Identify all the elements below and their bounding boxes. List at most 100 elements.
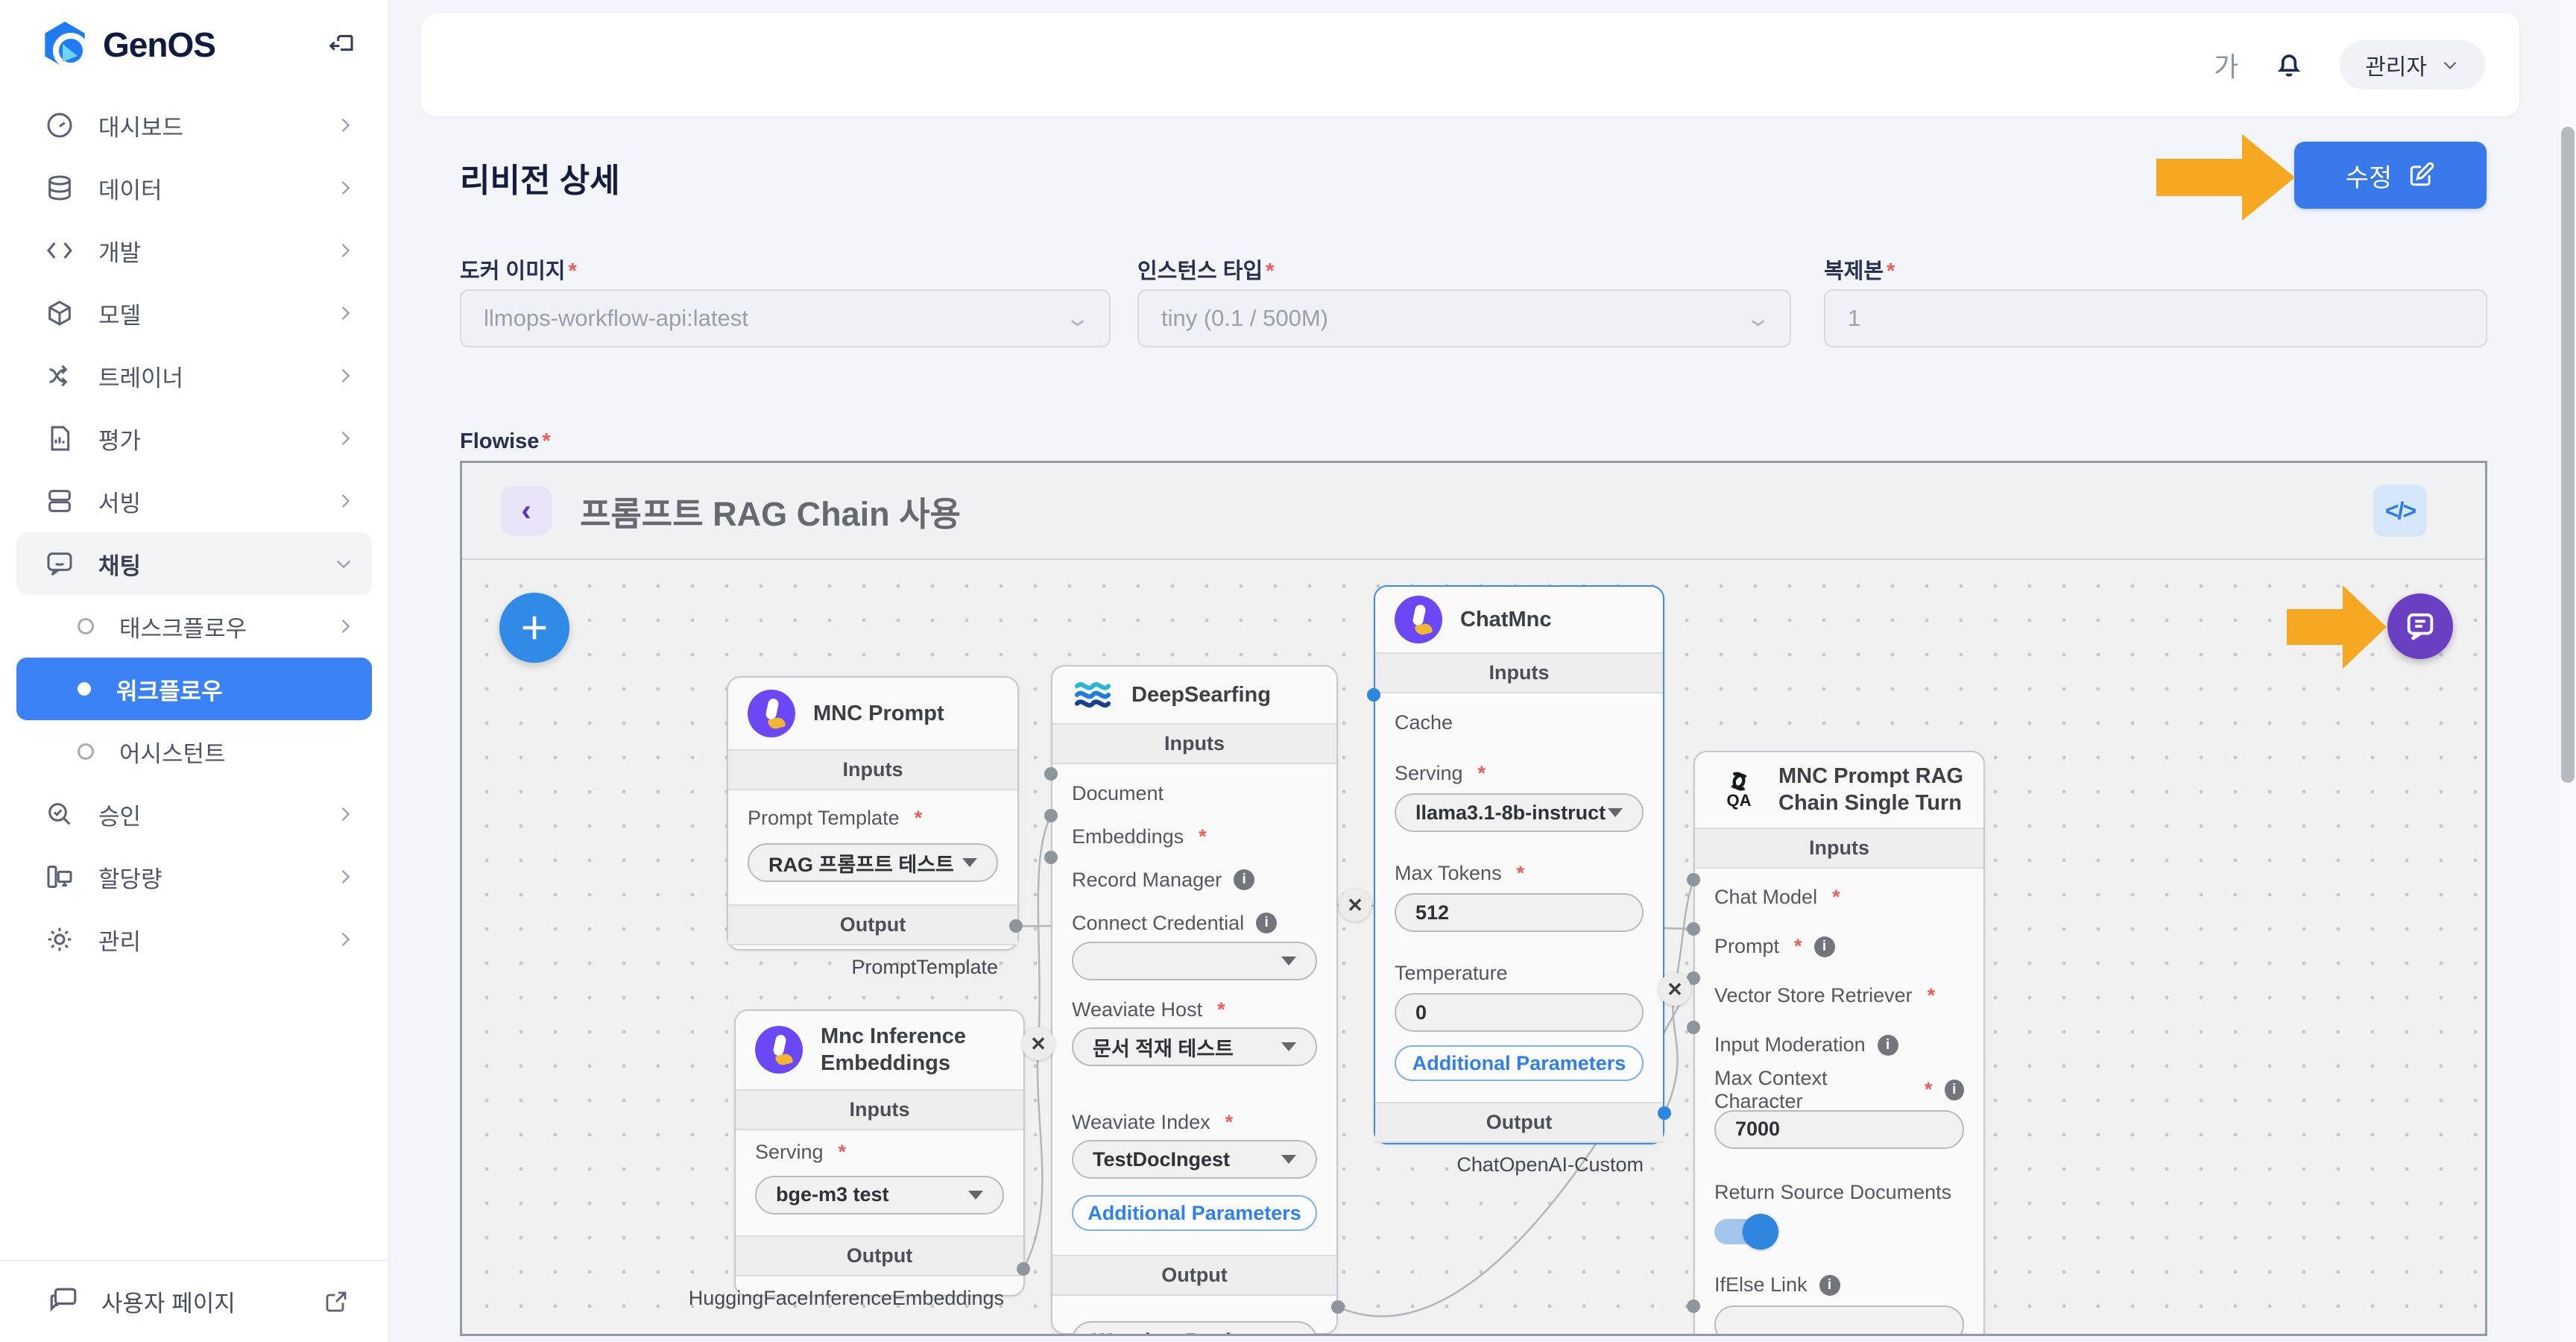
sidebar-item-quota[interactable]: 할당량: [0, 845, 388, 908]
inputs-band: Inputs: [736, 1089, 1023, 1130]
weaviate-host-select[interactable]: 문서 적재 테스트: [1072, 1027, 1317, 1066]
bell-icon[interactable]: [2273, 48, 2305, 81]
sidebar-item-model[interactable]: 모델: [0, 282, 388, 344]
node-deepsearfing[interactable]: DeepSearfing Inputs Document Embeddings*…: [1051, 665, 1338, 1335]
inputs-band: Inputs: [1695, 828, 1983, 869]
serving-select[interactable]: bge-m3 test: [755, 1176, 1004, 1215]
font-size-button[interactable]: 가: [2214, 45, 2238, 84]
connector-dot-embeddings-in[interactable]: [1044, 809, 1058, 822]
edit-pencil-icon: [2407, 161, 2435, 189]
sidebar-item-label: 대시보드: [98, 109, 183, 142]
serving-select[interactable]: llama3.1-8b-instruct: [1395, 793, 1644, 832]
sidebar-item-develop[interactable]: 개발: [0, 219, 388, 282]
info-icon[interactable]: i: [1945, 1080, 1964, 1100]
sidebar-item-approval[interactable]: 승인: [0, 783, 388, 845]
connector-dot-cache-in[interactable]: [1367, 688, 1380, 702]
weaviate-index-label: Weaviate Index*: [1072, 1111, 1317, 1134]
max-context-input[interactable]: 7000: [1714, 1110, 1964, 1149]
connector-dot-prompttemplate-out[interactable]: [1009, 919, 1023, 933]
sidebar-item-assistant[interactable]: 어시스턴트: [0, 720, 388, 783]
info-icon[interactable]: i: [1819, 1275, 1840, 1296]
back-button[interactable]: ‹: [501, 486, 552, 535]
weaviate-index-select[interactable]: TestDocIngest: [1072, 1140, 1317, 1179]
return-source-toggle[interactable]: [1714, 1219, 1777, 1244]
chatmnc-node-icon: [1395, 596, 1442, 643]
sidebar-item-serving[interactable]: 서빙: [0, 470, 388, 532]
prompt-template-select[interactable]: RAG 프롬프트 테스트: [748, 843, 998, 882]
node-rag-chain[interactable]: QA MNC Prompt RAG Chain Single Turn Inpu…: [1693, 751, 1985, 1336]
chat-bubbles-icon: [48, 1285, 80, 1318]
edge-delete-button[interactable]: ✕: [1022, 1027, 1055, 1060]
search-check-icon: [43, 798, 76, 831]
chevron-right-icon: [335, 365, 356, 386]
genos-logo-icon: [42, 22, 88, 68]
node-mnc-prompt[interactable]: MNC Prompt Inputs Prompt Template* RAG 프…: [727, 676, 1019, 951]
ifelse-link-input[interactable]: [1714, 1305, 1964, 1337]
connector-dot-chat-model-in[interactable]: [1687, 873, 1700, 886]
chatbot-button[interactable]: [2387, 593, 2453, 659]
dropdown-caret-icon: [1608, 808, 1623, 817]
edge-delete-button[interactable]: ✕: [1339, 889, 1371, 922]
connector-dot-chatopenai-out[interactable]: [1658, 1106, 1671, 1120]
sidebar-item-manage[interactable]: 관리: [0, 908, 388, 971]
chevron-down-icon: ⌄: [1745, 306, 1771, 332]
temperature-input[interactable]: 0: [1395, 993, 1644, 1032]
profile-name: 관리자: [2365, 48, 2427, 81]
sidebar-item-label: 태스크플로우: [119, 610, 247, 643]
info-icon[interactable]: i: [1234, 869, 1254, 890]
view-code-button[interactable]: </>: [2373, 485, 2427, 537]
info-icon[interactable]: i: [1814, 936, 1835, 957]
connector-dot-document-in[interactable]: [1044, 767, 1058, 781]
profile-menu-button[interactable]: 관리자: [2340, 40, 2485, 89]
connect-credential-select[interactable]: [1072, 942, 1317, 980]
weaviate-host-label: Weaviate Host*: [1072, 998, 1317, 1021]
docker-image-select[interactable]: llmops-workflow-api:latest ⌄: [460, 289, 1111, 347]
sidebar-item-chat[interactable]: 채팅: [16, 532, 372, 595]
inputs-band: Inputs: [1052, 723, 1336, 764]
page-scrollbar-thumb[interactable]: [2561, 127, 2575, 783]
database-icon: [43, 171, 76, 204]
sidebar-item-trainer[interactable]: 트레이너: [0, 344, 388, 407]
node-title: ChatMnc: [1460, 606, 1551, 633]
output-band: Output: [1052, 1255, 1336, 1296]
output-select[interactable]: Weaviate Retriever: [1072, 1321, 1317, 1336]
max-tokens-input[interactable]: 512: [1395, 893, 1644, 932]
info-icon[interactable]: i: [1878, 1035, 1898, 1056]
connector-dot-prompt-in[interactable]: [1687, 922, 1700, 936]
devices-icon: [43, 860, 76, 893]
instance-type-select[interactable]: tiny (0.1 / 500M) ⌄: [1137, 289, 1791, 347]
top-header: 가 관리자: [421, 13, 2519, 116]
instance-type-label: 인스턴스 타입*: [1137, 253, 1274, 285]
connector-dot-record-manager-in[interactable]: [1044, 851, 1058, 864]
sidebar-collapse-icon[interactable]: [326, 30, 356, 60]
embeddings-node-icon: [755, 1026, 803, 1074]
info-icon[interactable]: i: [1256, 913, 1277, 933]
node-chatmnc[interactable]: ChatMnc Inputs Cache Serving* llama3.1-8…: [1374, 585, 1664, 1144]
chevron-right-icon: [335, 929, 356, 950]
edge-delete-button[interactable]: ✕: [1658, 973, 1691, 1006]
page-scrollbar[interactable]: [2560, 0, 2576, 1342]
connector-dot-weaviate-retriever-out[interactable]: [1331, 1300, 1345, 1314]
add-node-button[interactable]: [499, 593, 569, 663]
sidebar-item-data[interactable]: 데이터: [0, 157, 388, 219]
sidebar-item-taskflow[interactable]: 태스크플로우: [0, 595, 388, 658]
replicas-input[interactable]: 1: [1824, 289, 2487, 347]
flow-canvas[interactable]: MNC Prompt Inputs Prompt Template* RAG 프…: [462, 561, 2485, 1336]
rag-chain-node-icon: QA: [1714, 765, 1764, 814]
sidebar-item-user-page[interactable]: 사용자 페이지: [0, 1260, 388, 1342]
edit-button[interactable]: 수정: [2294, 142, 2487, 209]
shuffle-icon: [43, 359, 76, 392]
connector-dot-embeddings-out[interactable]: [1017, 1262, 1030, 1276]
node-mnc-inference-embeddings[interactable]: Mnc Inference Embeddings Inputs Serving*…: [734, 1009, 1025, 1297]
connector-dot-ifelse-in[interactable]: [1687, 1300, 1700, 1313]
temperature-value: 0: [1415, 1001, 1427, 1024]
report-icon: [43, 422, 76, 455]
sidebar-item-evaluation[interactable]: 평가: [0, 407, 388, 470]
additional-parameters-button[interactable]: Additional Parameters: [1072, 1195, 1317, 1231]
sidebar-item-workflow[interactable]: 워크플로우: [16, 658, 372, 720]
additional-parameters-button[interactable]: Additional Parameters: [1395, 1045, 1644, 1081]
sidebar-item-dashboard[interactable]: 대시보드: [0, 94, 388, 157]
chevron-down-icon: [2440, 55, 2460, 75]
ifelse-link-label: IfElse Linki: [1714, 1273, 1840, 1297]
connector-dot-input-moderation-in[interactable]: [1687, 1021, 1700, 1034]
